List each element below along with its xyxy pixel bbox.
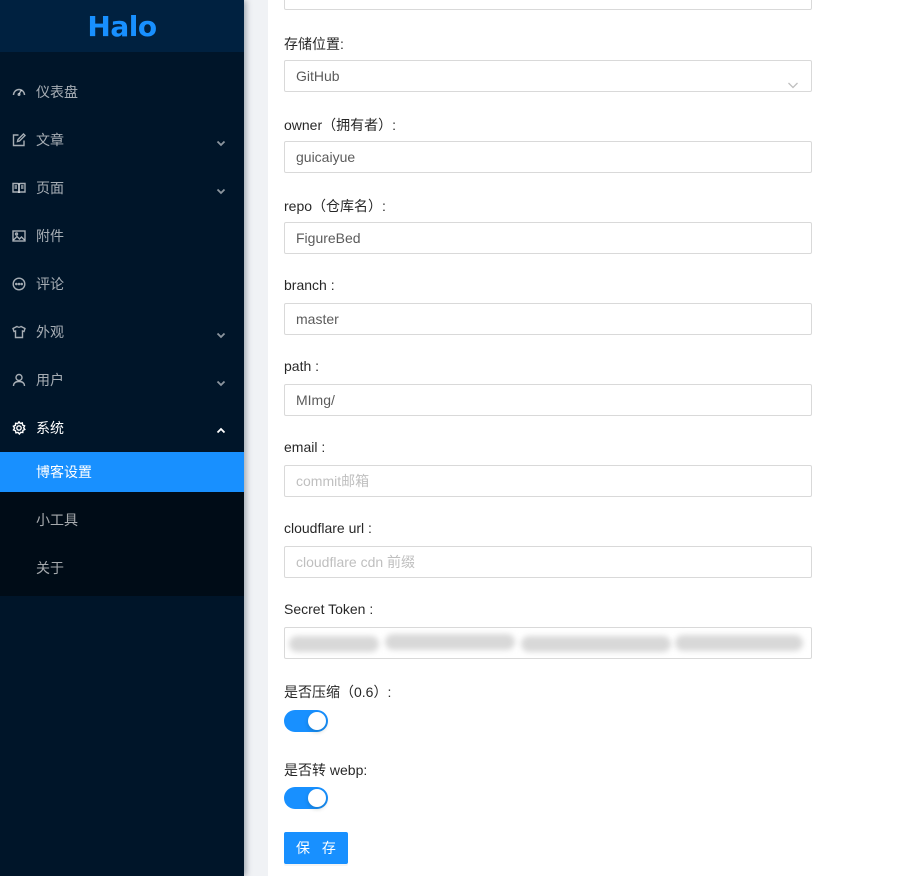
- sidebar-subitem-label: 博客设置: [36, 464, 92, 480]
- setting-icon: [11, 420, 27, 436]
- repo-label: repo（仓库名）:: [284, 198, 386, 214]
- storage-select-value: GitHub: [296, 68, 340, 84]
- sidebar-item-label: 用户: [36, 372, 64, 388]
- sidebar-item-label: 评论: [36, 276, 64, 292]
- sidebar-item-system[interactable]: 系统: [0, 404, 244, 452]
- email-label: email :: [284, 439, 326, 455]
- repo-input[interactable]: [284, 222, 812, 254]
- chevron-down-icon: [216, 327, 226, 339]
- cloudflare-url-input[interactable]: [284, 546, 812, 578]
- sidebar-item-pages[interactable]: 页面: [0, 164, 244, 212]
- sidebar-item-label: 仪表盘: [36, 84, 78, 100]
- edit-icon: [11, 132, 27, 148]
- system-submenu: 博客设置 小工具 关于: [0, 452, 244, 596]
- storage-label: 存储位置:: [284, 36, 344, 52]
- email-input[interactable]: [284, 465, 812, 497]
- picture-icon: [11, 228, 27, 244]
- sidebar-item-label: 页面: [36, 180, 64, 196]
- sidebar: Halo 仪表盘 文章 页面 附件 评论 外观 用户 系统 博客设置 小工具 关…: [0, 0, 244, 876]
- toggle-knob: [308, 789, 326, 807]
- message-icon: [11, 276, 27, 292]
- sidebar-subitem-tools[interactable]: 小工具: [0, 500, 244, 540]
- previous-field-input[interactable]: [284, 0, 812, 10]
- sidebar-subitem-label: 小工具: [36, 512, 78, 528]
- owner-input[interactable]: [284, 141, 812, 173]
- path-label: path :: [284, 358, 320, 374]
- sidebar-item-label: 系统: [36, 420, 64, 436]
- branch-input[interactable]: [284, 303, 812, 335]
- sidebar-item-label: 文章: [36, 132, 64, 148]
- chevron-down-icon: [216, 183, 226, 195]
- user-icon: [11, 372, 27, 388]
- sidebar-item-label: 外观: [36, 324, 64, 340]
- sidebar-subitem-blog-settings[interactable]: 博客设置: [0, 452, 244, 492]
- owner-label: owner（拥有者）:: [284, 117, 397, 133]
- sidebar-item-appearance[interactable]: 外观: [0, 308, 244, 356]
- save-button[interactable]: 保 存: [284, 832, 348, 864]
- logo-text: Halo: [87, 9, 157, 43]
- webp-toggle[interactable]: [284, 787, 328, 809]
- chevron-down-icon: [216, 135, 226, 147]
- compress-label: 是否压缩（0.6）:: [284, 684, 392, 700]
- cloudflare-url-label: cloudflare url :: [284, 520, 372, 536]
- chevron-down-icon: [216, 375, 226, 387]
- secret-token-label: Secret Token :: [284, 601, 374, 617]
- sidebar-item-users[interactable]: 用户: [0, 356, 244, 404]
- webp-label: 是否转 webp:: [284, 762, 368, 778]
- book-icon: [11, 180, 27, 196]
- dashboard-icon: [11, 84, 27, 100]
- sidebar-subitem-about[interactable]: 关于: [0, 548, 244, 596]
- branch-label: branch :: [284, 277, 335, 293]
- sidebar-item-posts[interactable]: 文章: [0, 116, 244, 164]
- skin-icon: [11, 324, 27, 340]
- sidebar-item-label: 附件: [36, 228, 64, 244]
- chevron-up-icon: [216, 423, 226, 434]
- main-content: 存储位置: GitHub owner（拥有者）: repo（仓库名）: bran…: [268, 0, 922, 876]
- toggle-knob: [308, 712, 326, 730]
- chevron-down-icon: [787, 71, 799, 89]
- storage-select[interactable]: GitHub: [284, 60, 812, 92]
- logo[interactable]: Halo: [0, 0, 244, 52]
- sidebar-menu: 仪表盘 文章 页面 附件 评论 外观 用户 系统 博客设置 小工具 关于: [0, 52, 244, 596]
- sidebar-item-comments[interactable]: 评论: [0, 260, 244, 308]
- sidebar-item-attachments[interactable]: 附件: [0, 212, 244, 260]
- compress-toggle[interactable]: [284, 710, 328, 732]
- secret-token-input[interactable]: [284, 627, 812, 659]
- sidebar-subitem-label: 关于: [36, 560, 64, 576]
- sidebar-item-dashboard[interactable]: 仪表盘: [0, 68, 244, 116]
- path-input[interactable]: [284, 384, 812, 416]
